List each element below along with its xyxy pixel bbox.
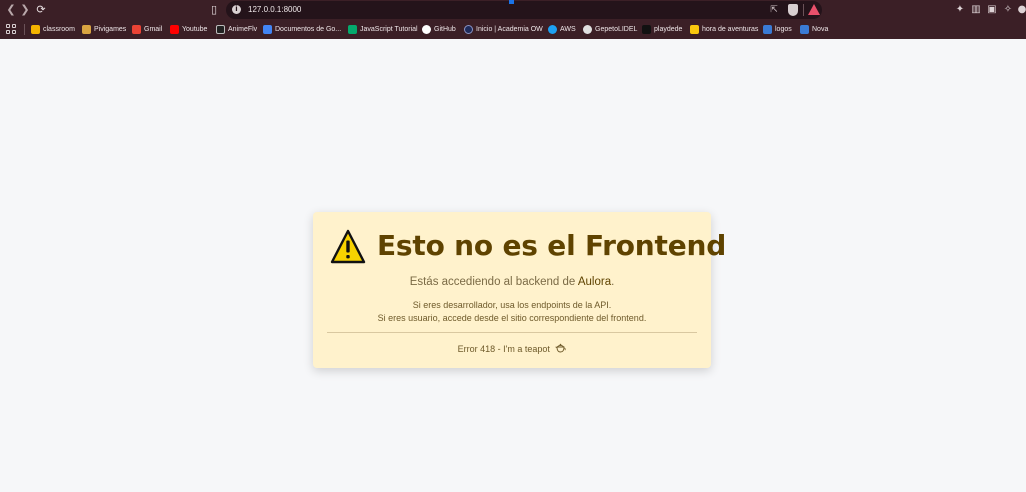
gmail-icon: [132, 25, 141, 34]
bookmark-nova[interactable]: Nova: [800, 22, 828, 37]
bookmark-label: GepetoLIDEL: [595, 26, 638, 33]
bookmark-academia-ow[interactable]: Inicio | Academia OW: [464, 22, 543, 37]
w3schools-icon: [348, 25, 357, 34]
bookmark-label: Nova: [812, 26, 829, 33]
google-docs-icon: [263, 25, 272, 34]
bookmark-label: AWS: [560, 26, 576, 33]
selection-handle: [509, 0, 514, 4]
page-title: Esto no es el Frontend: [377, 229, 727, 262]
playdede-icon: [642, 25, 651, 34]
bookmark-aws[interactable]: AWS: [548, 22, 576, 37]
bookmark-label: hora de aventuras: [702, 26, 759, 33]
address-bar[interactable]: i 127.0.0.1:8000 ⇱: [226, 1, 822, 19]
rewards-icon[interactable]: [808, 4, 820, 15]
error-code-text: Error 418 - I'm a teapot: [457, 344, 550, 354]
shields-icon[interactable]: [788, 4, 798, 16]
apps-grid-icon[interactable]: [6, 24, 16, 34]
bookmark-label: Youtube: [182, 26, 208, 33]
forward-button[interactable]: ❯: [18, 3, 32, 17]
bookmark-label: Documentos de Go...: [275, 26, 342, 33]
profile-icon[interactable]: ●: [1016, 3, 1026, 16]
bookmark-label: Gmail: [144, 26, 163, 33]
bookmark-page-icon[interactable]: ▯: [208, 3, 220, 17]
bookmark-label: GitHub: [434, 26, 456, 33]
error-footer: Error 418 - I'm a teapot: [313, 343, 711, 355]
bookmarks-bar: classroom Pivigames Gmail Youtube AnimeF…: [0, 20, 1026, 39]
bookmark-label: AnimeFlv: [228, 26, 258, 33]
omnibox-divider: [803, 4, 804, 16]
bookmark-label: logos: [775, 26, 792, 33]
bookmark-gepetolidel[interactable]: GepetoLIDEL: [583, 22, 637, 37]
bookmark-logos[interactable]: logos: [763, 22, 792, 37]
bookmark-classroom[interactable]: classroom: [31, 22, 75, 37]
classroom-icon: [31, 25, 40, 34]
bookmark-youtube[interactable]: Youtube: [170, 22, 207, 37]
bookmark-label: Pivigames: [94, 26, 127, 33]
user-hint: Si eres usuario, accede desde el sitio c…: [377, 313, 647, 323]
bookmark-label: Inicio | Academia OW: [476, 26, 543, 33]
subtitle-end: .: [611, 276, 615, 288]
brand-name: Aulora: [577, 276, 612, 288]
animeflv-icon: [216, 25, 225, 34]
bookmark-google-docs[interactable]: Documentos de Go...: [263, 22, 341, 37]
pivigames-icon: [82, 25, 91, 34]
ai-assistant-icon[interactable]: ✧: [1002, 3, 1014, 16]
back-button[interactable]: ❮: [4, 3, 18, 17]
bookmark-label: JavaScript Tutorial: [360, 26, 418, 33]
sidebar-icon[interactable]: ▥: [970, 3, 982, 16]
share-icon[interactable]: ⇱: [768, 4, 780, 16]
bookmark-pivigames[interactable]: Pivigames: [82, 22, 126, 37]
warning-icon: [330, 229, 366, 264]
bookmark-animeflv[interactable]: AnimeFlv: [216, 22, 257, 37]
bookmark-javascript-tutorial[interactable]: JavaScript Tutorial: [348, 22, 418, 37]
subtitle-text: Estás accediendo al backend de: [409, 276, 578, 288]
bookmark-gmail[interactable]: Gmail: [132, 22, 162, 37]
bookmark-hora-de-aventuras[interactable]: hora de aventuras: [690, 22, 758, 37]
page-viewport: Esto no es el Frontend Estás accediendo …: [0, 39, 1026, 492]
bookmark-label: classroom: [43, 26, 75, 33]
backend-subtitle: Estás accediendo al backend de Aulora.: [313, 275, 711, 289]
bookmark-github[interactable]: GitHub: [422, 22, 456, 37]
nova-icon: [800, 25, 809, 34]
url-text[interactable]: 127.0.0.1:8000: [248, 4, 301, 16]
logos-icon: [763, 25, 772, 34]
teapot-icon: [555, 343, 567, 353]
bookmark-label: playdede: [654, 26, 683, 33]
academia-ow-icon: [464, 25, 473, 34]
adventure-time-icon: [690, 25, 699, 34]
reload-button[interactable]: ⟳: [34, 3, 48, 17]
wallet-icon[interactable]: ▣: [986, 3, 998, 16]
github-icon: [422, 25, 431, 34]
openai-icon: [583, 25, 592, 34]
bookmark-playdede[interactable]: playdede: [642, 22, 682, 37]
developer-hint: Si eres desarrollador, usa los endpoints…: [412, 300, 612, 310]
bookmarks-divider: [24, 24, 25, 35]
extensions-icon[interactable]: ✦: [954, 3, 966, 16]
card-divider: [327, 332, 697, 333]
browser-chrome: ❮ ❯ ⟳ ▯ i 127.0.0.1:8000 ⇱ ✦ ▥ ▣ ✧ ● cla…: [0, 0, 1026, 39]
youtube-icon: [170, 25, 179, 34]
notice-card: Esto no es el Frontend Estás accediendo …: [313, 212, 726, 368]
aws-icon: [548, 25, 557, 34]
site-info-icon[interactable]: i: [232, 5, 241, 14]
